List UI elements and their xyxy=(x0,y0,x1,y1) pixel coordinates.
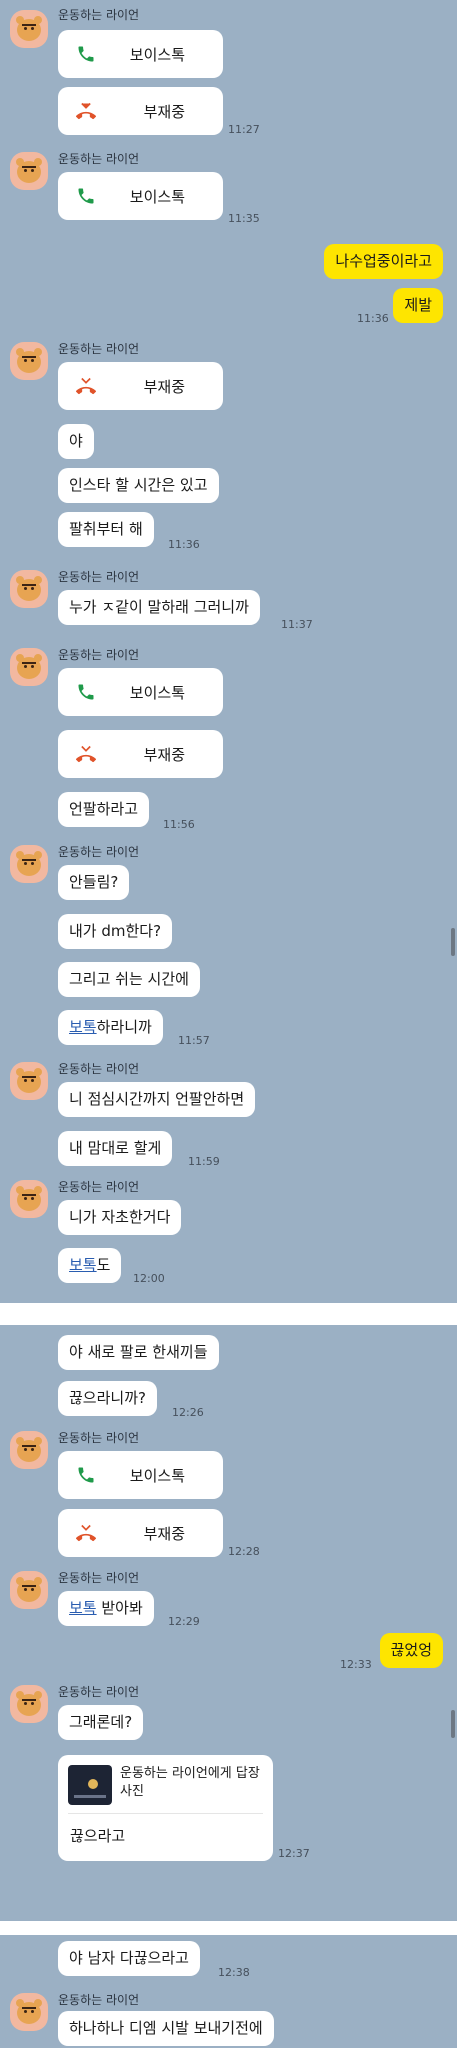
timestamp: 11:57 xyxy=(178,1034,210,1047)
timestamp: 12:28 xyxy=(228,1545,260,1558)
their-message[interactable]: 야 새로 팔로 한새끼들 xyxy=(58,1335,219,1370)
call-label: 보이스톡 xyxy=(129,188,185,206)
call-label: 부재중 xyxy=(143,1525,185,1543)
avatar[interactable] xyxy=(10,1062,48,1100)
sender-name: 운동하는 라이언 xyxy=(58,570,140,584)
timestamp: 12:26 xyxy=(172,1406,204,1419)
call-label: 보이스톡 xyxy=(129,46,185,64)
sender-name: 운동하는 라이언 xyxy=(58,845,140,859)
timestamp: 11:37 xyxy=(281,618,313,631)
scrollbar[interactable] xyxy=(451,1710,455,1738)
their-message[interactable]: 팔취부터 해 xyxy=(58,512,154,547)
missed-call[interactable]: 부재중 xyxy=(58,87,223,135)
my-message[interactable]: 나수업중이라고 xyxy=(324,244,443,279)
their-message[interactable]: 야 남자 다끊으라고 xyxy=(58,1941,200,1976)
screenshot-divider xyxy=(0,1921,457,1935)
timestamp: 12:29 xyxy=(168,1615,200,1628)
avatar[interactable] xyxy=(10,1993,48,2031)
sender-name: 운동하는 라이언 xyxy=(58,342,140,356)
timestamp: 11:36 xyxy=(168,538,200,551)
botok-link[interactable]: 보톡 xyxy=(69,1018,97,1036)
avatar[interactable] xyxy=(10,1685,48,1723)
avatar[interactable] xyxy=(10,570,48,608)
reply-message[interactable]: 운동하는 라이언에게 답장 사진 끊으라고 xyxy=(58,1755,273,1861)
sender-name: 운동하는 라이언 xyxy=(58,648,140,662)
their-message[interactable]: 내 맘대로 할게 xyxy=(58,1131,173,1166)
botok-link[interactable]: 보톡 xyxy=(69,1599,97,1617)
call-label: 부재중 xyxy=(143,746,185,764)
scrollbar[interactable] xyxy=(451,928,455,956)
their-message[interactable]: 안들림? xyxy=(58,865,130,900)
their-message[interactable]: 보톡도 xyxy=(58,1248,122,1283)
missed-call[interactable]: 부재중 xyxy=(58,1509,223,1557)
message-text: 끊으라고 xyxy=(70,1827,126,1845)
voice-talk-call[interactable]: 보이스톡 xyxy=(58,172,223,220)
sender-name: 운동하는 라이언 xyxy=(58,1571,140,1585)
their-message[interactable]: 보톡 받아봐 xyxy=(58,1591,154,1626)
avatar[interactable] xyxy=(10,1431,48,1469)
their-message[interactable]: 니가 자초한거다 xyxy=(58,1200,182,1235)
timestamp: 11:36 xyxy=(357,312,389,325)
voice-talk-call[interactable]: 보이스톡 xyxy=(58,1451,223,1499)
voice-talk-call[interactable]: 보이스톡 xyxy=(58,668,223,716)
botok-link[interactable]: 보톡 xyxy=(69,1256,97,1274)
timestamp: 12:38 xyxy=(218,1966,250,1979)
missed-call[interactable]: 부재중 xyxy=(58,362,223,410)
sender-name: 운동하는 라이언 xyxy=(58,1180,140,1194)
my-message[interactable]: 제발 xyxy=(393,288,443,323)
screenshot-divider xyxy=(0,1303,457,1325)
sender-name: 운동하는 라이언 xyxy=(58,1431,140,1445)
sender-name: 운동하는 라이언 xyxy=(58,1993,140,2007)
their-message[interactable]: 보톡하라니까 xyxy=(58,1010,163,1045)
my-message[interactable]: 끊었엉 xyxy=(379,1633,443,1668)
avatar[interactable] xyxy=(10,648,48,686)
chat-screenshot-3: 야 남자 다끊으라고 12:38 운동하는 라이언 하나하나 디엠 시발 보내기… xyxy=(0,1935,457,2048)
reply-kind: 사진 xyxy=(120,1784,144,1799)
voice-talk-call[interactable]: 보이스톡 xyxy=(58,30,223,78)
sender-name: 운동하는 라이언 xyxy=(58,152,140,166)
chat-screenshot-2: 야 새로 팔로 한새끼들 끊으라니까? 12:26 운동하는 라이언 보이스톡 … xyxy=(0,1325,457,1921)
call-label: 부재중 xyxy=(143,378,185,396)
timestamp: 12:00 xyxy=(133,1272,165,1285)
their-message[interactable]: 끊으라니까? xyxy=(58,1381,157,1416)
photo-thumbnail[interactable] xyxy=(68,1765,112,1805)
message-text: 받아봐 xyxy=(96,1599,143,1617)
sender-name: 운동하는 라이언 xyxy=(58,1685,140,1699)
timestamp: 12:33 xyxy=(340,1658,372,1671)
their-message[interactable]: 그리고 쉬는 시간에 xyxy=(58,962,200,997)
their-message[interactable]: 하나하나 디엠 시발 보내기전에 xyxy=(58,2011,274,2046)
their-message[interactable]: 언팔하라고 xyxy=(58,792,150,827)
reply-target: 운동하는 라이언에게 답장 xyxy=(120,1766,260,1781)
call-label: 보이스톡 xyxy=(129,684,185,702)
timestamp: 11:56 xyxy=(163,818,195,831)
timestamp: 12:37 xyxy=(278,1847,310,1860)
their-message[interactable]: 야 xyxy=(58,424,94,459)
reply-divider xyxy=(68,1813,263,1814)
avatar[interactable] xyxy=(10,152,48,190)
timestamp: 11:27 xyxy=(228,123,260,136)
their-message[interactable]: 그래론데? xyxy=(58,1705,144,1740)
call-label: 보이스톡 xyxy=(129,1467,185,1485)
their-message[interactable]: 누가 ㅈ같이 말하래 그러니까 xyxy=(58,590,260,625)
message-text: 하라니까 xyxy=(96,1018,152,1036)
call-label: 부재중 xyxy=(143,103,185,121)
message-text: 도 xyxy=(96,1256,111,1274)
missed-call[interactable]: 부재중 xyxy=(58,730,223,778)
their-message[interactable]: 내가 dm한다? xyxy=(58,914,173,949)
their-message[interactable]: 니 점심시간까지 언팔안하면 xyxy=(58,1082,256,1117)
chat-screenshot-1: 운동하는 라이언 보이스톡 부재중 11:27 운동하는 라이언 보이스톡 11… xyxy=(0,0,457,1321)
avatar[interactable] xyxy=(10,1571,48,1609)
avatar[interactable] xyxy=(10,10,48,48)
avatar[interactable] xyxy=(10,1180,48,1218)
their-message[interactable]: 인스타 할 시간은 있고 xyxy=(58,468,219,503)
avatar[interactable] xyxy=(10,845,48,883)
timestamp: 11:59 xyxy=(188,1155,220,1168)
sender-name: 운동하는 라이언 xyxy=(58,1062,140,1076)
avatar[interactable] xyxy=(10,342,48,380)
sender-name: 운동하는 라이언 xyxy=(58,8,140,22)
timestamp: 11:35 xyxy=(228,212,260,225)
